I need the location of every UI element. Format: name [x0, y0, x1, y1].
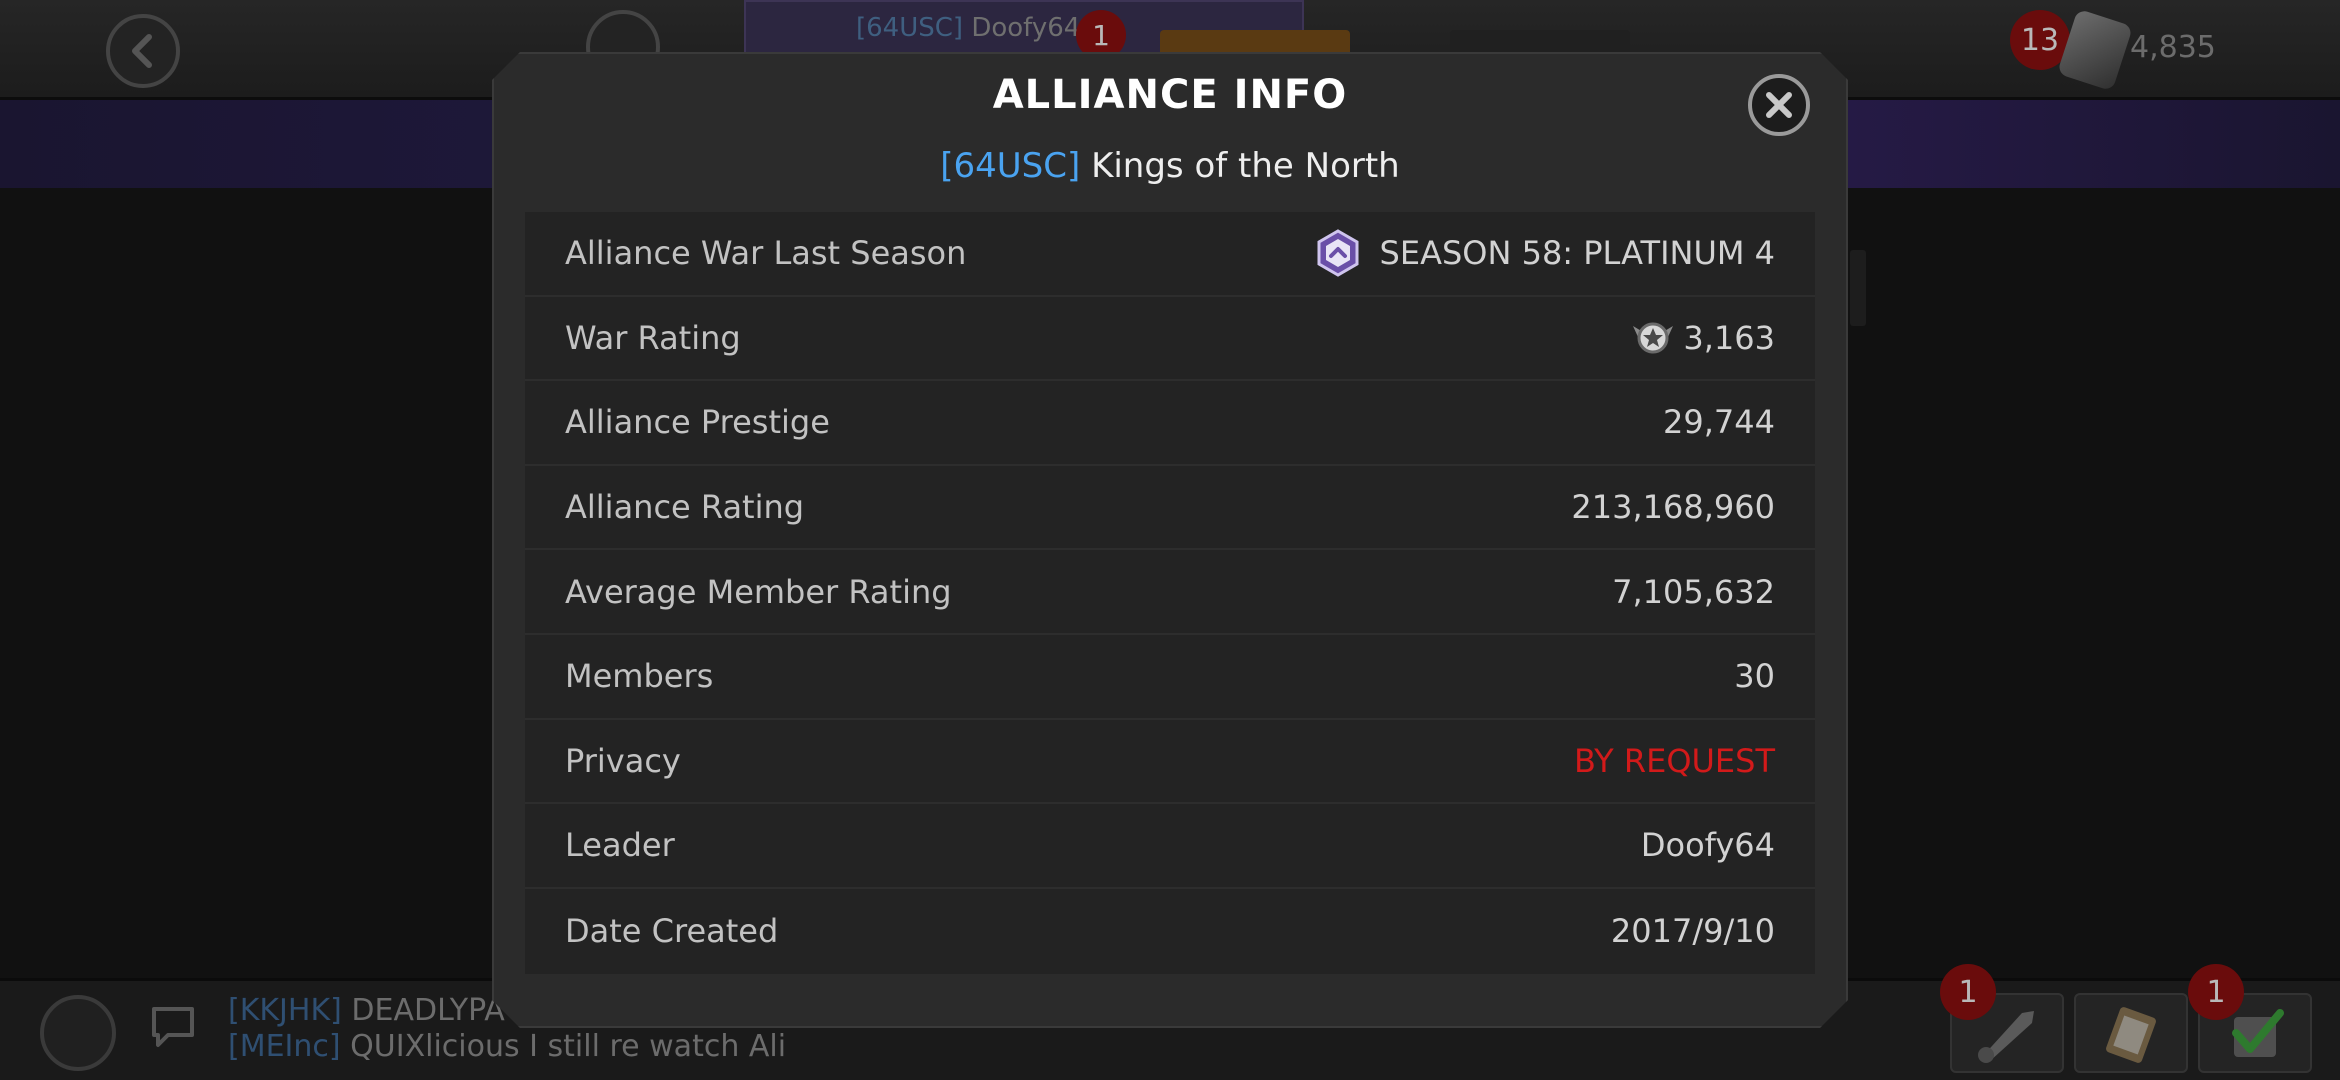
privacy-value: BY REQUEST: [1573, 741, 1775, 780]
leader-value[interactable]: Doofy64: [1641, 826, 1775, 864]
row-label: Privacy: [565, 741, 681, 780]
alliance-tag: [64USC]: [940, 146, 1081, 186]
war-rating-value: 3,163: [1683, 318, 1775, 357]
modal-title: ALLIANCE INFO: [992, 72, 1348, 118]
row-value: 7,105,632: [1612, 572, 1775, 611]
objectives-button[interactable]: [2074, 993, 2188, 1073]
row-label: Alliance Prestige: [565, 403, 830, 442]
info-row-privacy: Privacy BY REQUEST: [525, 720, 1815, 805]
row-value: 3,163: [1631, 318, 1775, 358]
chat-tag: [KKJHK]: [228, 993, 342, 1028]
info-row-alliance-rating: Alliance Rating 213,168,960: [525, 466, 1815, 551]
player-name: [64USC] Doofy64: [856, 13, 1080, 43]
rewards-notification-badge: 1: [2188, 964, 2244, 1020]
platinum-tier-icon: [1316, 229, 1360, 277]
screen: [64USC] Doofy64 1 13 4,835 [KKJHK] DEADL…: [0, 0, 2340, 1080]
row-label: Alliance War Last Season: [565, 234, 967, 273]
season-value: SEASON 58: PLATINUM 4: [1379, 234, 1775, 273]
row-value: 29,744: [1663, 403, 1775, 442]
info-row-members: Members 30: [525, 635, 1815, 720]
row-value: 2017/9/10: [1610, 912, 1775, 951]
clipboard-icon: [2106, 1007, 2156, 1063]
info-row-war-rating: War Rating 3,163: [525, 297, 1815, 382]
info-row-average-member-rating: Average Member Rating 7,105,632: [525, 550, 1815, 635]
war-rating-icon: [1631, 318, 1675, 358]
alliance-name: [64USC] Kings of the North: [492, 146, 1848, 186]
close-button[interactable]: [1748, 74, 1810, 136]
chat-icon[interactable]: [150, 1003, 196, 1049]
info-row-date-created: Date Created 2017/9/10: [525, 889, 1815, 974]
row-label: Leader: [565, 826, 675, 865]
row-label: Date Created: [565, 912, 779, 951]
row-value: 30: [1734, 657, 1775, 696]
row-label: Average Member Rating: [565, 572, 952, 611]
chat-message[interactable]: [MEInc] QUIXlicious I still re watch Ali: [228, 1029, 786, 1064]
row-value: SEASON 58: PLATINUM 4: [1316, 229, 1775, 277]
quest-notification-badge: 1: [1940, 964, 1996, 1020]
row-label: Alliance Rating: [565, 488, 805, 527]
row-label: War Rating: [565, 318, 741, 357]
back-button[interactable]: [106, 14, 180, 88]
chat-text: DEADLYPA: [351, 993, 505, 1028]
info-row-prestige: Alliance Prestige 29,744: [525, 381, 1815, 466]
side-tab: [1850, 250, 1866, 326]
info-table: Alliance War Last Season SEASON 58: PLAT…: [525, 212, 1815, 974]
info-row-leader: Leader Doofy64: [525, 804, 1815, 889]
alliance-info-modal: ALLIANCE INFO [64USC] Kings of the North…: [492, 52, 1848, 1028]
alliance-button[interactable]: [40, 995, 116, 1071]
chat-message[interactable]: [KKJHK] DEADLYPA: [228, 993, 505, 1028]
row-label: Members: [565, 657, 714, 696]
chat-text: QUIXlicious I still re watch Ali: [350, 1029, 787, 1064]
units-count: 4,835: [2130, 30, 2216, 65]
player-tag: [64USC]: [856, 13, 964, 43]
alliance-name-text: Kings of the North: [1091, 146, 1400, 186]
chevron-left-icon: [132, 34, 152, 68]
player-name-text: Doofy64: [971, 13, 1081, 43]
info-row-war-season: Alliance War Last Season SEASON 58: PLAT…: [525, 212, 1815, 297]
row-value: 213,168,960: [1571, 488, 1775, 527]
close-icon: [1764, 90, 1794, 120]
chat-tag: [MEInc]: [228, 1029, 341, 1064]
